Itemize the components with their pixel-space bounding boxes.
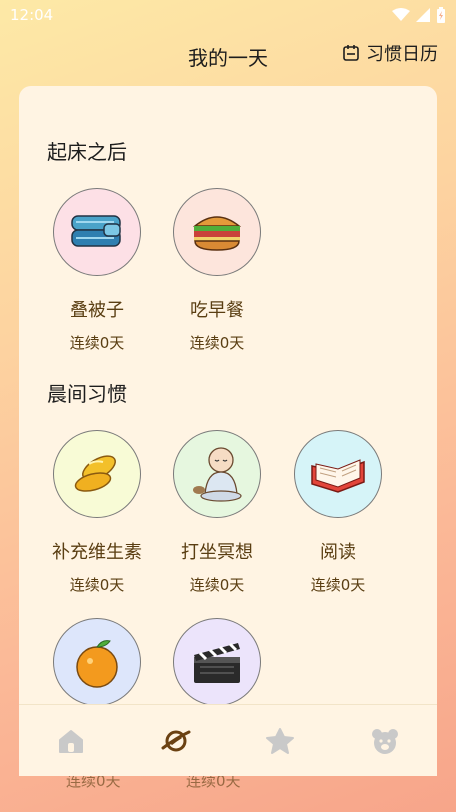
planet-icon	[161, 730, 191, 751]
habit-item-reading[interactable]: 阅读 连续0天	[283, 430, 393, 595]
status-bar: 12:04	[0, 0, 456, 30]
vitamin-capsule-icon	[74, 455, 116, 492]
signal-icon	[416, 8, 430, 22]
battery-icon	[437, 7, 445, 23]
calendar-label: 习惯日历	[366, 44, 438, 65]
status-time: 12:04	[10, 6, 54, 24]
habit-name: 阅读	[320, 542, 356, 563]
wifi-icon	[392, 8, 410, 21]
status-icons	[392, 7, 446, 23]
section-title-morning-habits: 晨间习惯	[47, 382, 127, 406]
habit-icon-circle	[173, 430, 261, 518]
orange-icon	[76, 640, 118, 688]
habit-streak: 连续0天	[189, 576, 245, 594]
habit-item-fold-blanket[interactable]: 叠被子 连续0天	[42, 188, 152, 353]
habit-icon-circle	[53, 618, 141, 706]
habit-icon-circle	[294, 430, 382, 518]
bottom-navigation	[19, 704, 437, 776]
habit-item-vitamins[interactable]: 补充维生素 连续0天	[42, 430, 152, 595]
meditating-monk-icon	[193, 447, 242, 502]
habit-card[interactable]: 起床之后 叠被子 连续0天 吃早餐 连续0天 晨间习惯 补充维生素 连续0天 打…	[19, 86, 437, 776]
section-title-after-waking: 起床之后	[47, 140, 127, 164]
nav-profile[interactable]	[355, 716, 415, 766]
habit-streak: 连续0天	[310, 576, 366, 594]
folded-blanket-icon	[71, 215, 121, 247]
habit-streak: 连续0天	[69, 576, 125, 594]
star-icon	[266, 727, 295, 754]
habit-icon-circle	[173, 188, 261, 276]
home-icon	[59, 729, 84, 753]
habit-icon-circle	[53, 430, 141, 518]
habit-name: 叠被子	[70, 300, 124, 321]
habit-icon-circle	[53, 188, 141, 276]
habit-item-breakfast[interactable]: 吃早餐 连续0天	[162, 188, 272, 353]
clapperboard-icon	[194, 642, 240, 683]
calendar-icon	[343, 45, 359, 61]
header: 我的一天 习惯日历	[0, 38, 456, 74]
habit-item-fruit[interactable]	[42, 618, 152, 706]
open-book-icon	[311, 459, 365, 493]
habit-name: 打坐冥想	[181, 542, 253, 563]
habit-item-meditation[interactable]: 打坐冥想 连续0天	[162, 430, 272, 595]
bear-icon	[371, 728, 398, 754]
habit-calendar-button[interactable]: 习惯日历	[342, 40, 438, 66]
sandwich-icon	[192, 216, 242, 251]
nav-favorites[interactable]	[250, 716, 310, 766]
nav-home[interactable]	[41, 716, 101, 766]
nav-habits[interactable]	[146, 716, 206, 766]
habit-streak: 连续0天	[69, 334, 125, 352]
habit-streak: 连续0天	[189, 334, 245, 352]
habit-icon-circle	[173, 618, 261, 706]
habit-name: 吃早餐	[190, 300, 244, 321]
habit-item-movie[interactable]	[162, 618, 272, 706]
habit-name: 补充维生素	[52, 542, 142, 563]
